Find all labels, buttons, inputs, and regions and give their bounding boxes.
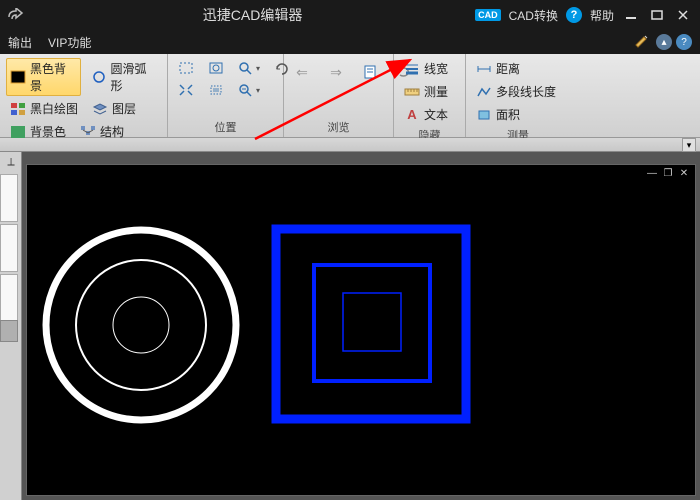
help-icon[interactable]: ? [566, 7, 582, 23]
pos-tool-1[interactable] [174, 58, 198, 78]
ruler-icon [404, 84, 420, 100]
text-icon: A [404, 107, 420, 123]
ribbon-group-cad-settings: 黑色背景 圆滑弧形 黑白绘图 图层 [0, 54, 168, 137]
help-link[interactable]: 帮助 [590, 7, 614, 24]
cad-convert-link[interactable]: CAD转换 [509, 7, 558, 24]
fit-selection-icon [208, 82, 224, 98]
info-icon[interactable]: ? [676, 34, 692, 50]
side-palette-item[interactable] [0, 174, 18, 222]
menubar: 输出 VIP功能 ▴ ? [0, 30, 700, 54]
side-palette-item[interactable] [0, 224, 18, 272]
pos-tool-3[interactable]: ▾ [234, 58, 264, 78]
text-button[interactable]: A 文本 [400, 104, 459, 125]
document-icon [362, 64, 378, 80]
smooth-arc-icon [91, 69, 107, 85]
arrow-left-icon: ⇐ [294, 64, 310, 80]
polyline-icon [476, 84, 492, 100]
smooth-arc-button[interactable]: 圆滑弧形 [87, 58, 162, 96]
select-window-icon [178, 60, 194, 76]
menu-vip[interactable]: VIP功能 [48, 34, 91, 51]
pos-tool-2[interactable] [204, 58, 228, 78]
minimize-button[interactable] [622, 6, 640, 24]
ribbon-collapse-button[interactable]: ▾ [682, 138, 696, 152]
app-title: 迅捷CAD编辑器 [30, 5, 475, 25]
ribbon-group-hide: 线宽 测量 A 文本 隐藏 [394, 54, 466, 137]
expand-icon [178, 82, 194, 98]
ribbon-group-measure: 距离 多段线长度 面积 测量 [466, 54, 570, 137]
measure-button[interactable]: 测量 [400, 81, 459, 102]
redo-icon[interactable] [0, 8, 30, 22]
drawing-canvas[interactable]: — ❐ ✕ [26, 164, 696, 496]
browse-tool-1[interactable] [358, 62, 382, 82]
canvas-close-icon[interactable]: ✕ [677, 167, 691, 179]
black-bg-button[interactable]: 黑色背景 [6, 58, 81, 96]
nav-forward-button[interactable]: ⇒ [324, 62, 348, 82]
pos-tool-7[interactable]: ▾ [234, 80, 264, 100]
titlebar: 迅捷CAD编辑器 CAD CAD转换 ? 帮助 [0, 0, 700, 30]
area-icon [476, 107, 492, 123]
black-bg-icon [10, 69, 26, 85]
cad-badge-icon: CAD [475, 9, 501, 21]
workspace: ⟂ — ❐ ✕ [0, 152, 700, 500]
layer-icon [92, 101, 108, 117]
menu-output[interactable]: 输出 [8, 34, 32, 51]
nav-back-button[interactable]: ⇐ [290, 62, 314, 82]
ribbon-group-label: 位置 [174, 117, 277, 137]
zoom-icon [238, 60, 254, 76]
arrow-right-icon: ⇒ [328, 64, 344, 80]
linewidth-button[interactable]: 线宽 [400, 58, 459, 79]
cad-drawing [27, 165, 695, 495]
ribbon: 黑色背景 圆滑弧形 黑白绘图 图层 [0, 54, 700, 138]
distance-button[interactable]: 距离 [472, 58, 564, 79]
nav-up-icon[interactable]: ▴ [656, 34, 672, 50]
zoom-fit-icon [208, 60, 224, 76]
canvas-restore-icon[interactable]: ❐ [661, 167, 675, 179]
linewidth-icon [404, 61, 420, 77]
close-button[interactable] [674, 6, 692, 24]
ribbon-collapse-strip: ▾ [0, 138, 700, 152]
chevron-down-icon: ▾ [256, 64, 260, 73]
ribbon-group-browse: ⇐ ⇒ 浏览 [284, 54, 394, 137]
pos-tool-5[interactable] [174, 80, 198, 100]
polyline-length-button[interactable]: 多段线长度 [472, 81, 564, 102]
ribbon-group-position: ▾ ▾ 位置 [168, 54, 284, 137]
area-button[interactable]: 面积 [472, 104, 564, 125]
pin-icon[interactable]: ⟂ [0, 152, 22, 172]
pos-tool-6[interactable] [204, 80, 228, 100]
edit-pen-icon[interactable] [634, 33, 652, 52]
bw-draw-button[interactable]: 黑白绘图 [6, 98, 82, 119]
zoom-out-icon [238, 82, 254, 98]
chevron-down-icon: ▾ [256, 86, 260, 95]
side-panel: ⟂ [0, 152, 22, 500]
maximize-button[interactable] [648, 6, 666, 24]
ribbon-group-label: 浏览 [290, 117, 387, 137]
layer-button[interactable]: 图层 [88, 98, 140, 119]
side-palette-item[interactable] [0, 320, 18, 342]
distance-icon [476, 61, 492, 77]
side-palette-item[interactable] [0, 274, 18, 322]
bw-draw-icon [10, 101, 26, 117]
canvas-minimize-icon[interactable]: — [645, 167, 659, 179]
